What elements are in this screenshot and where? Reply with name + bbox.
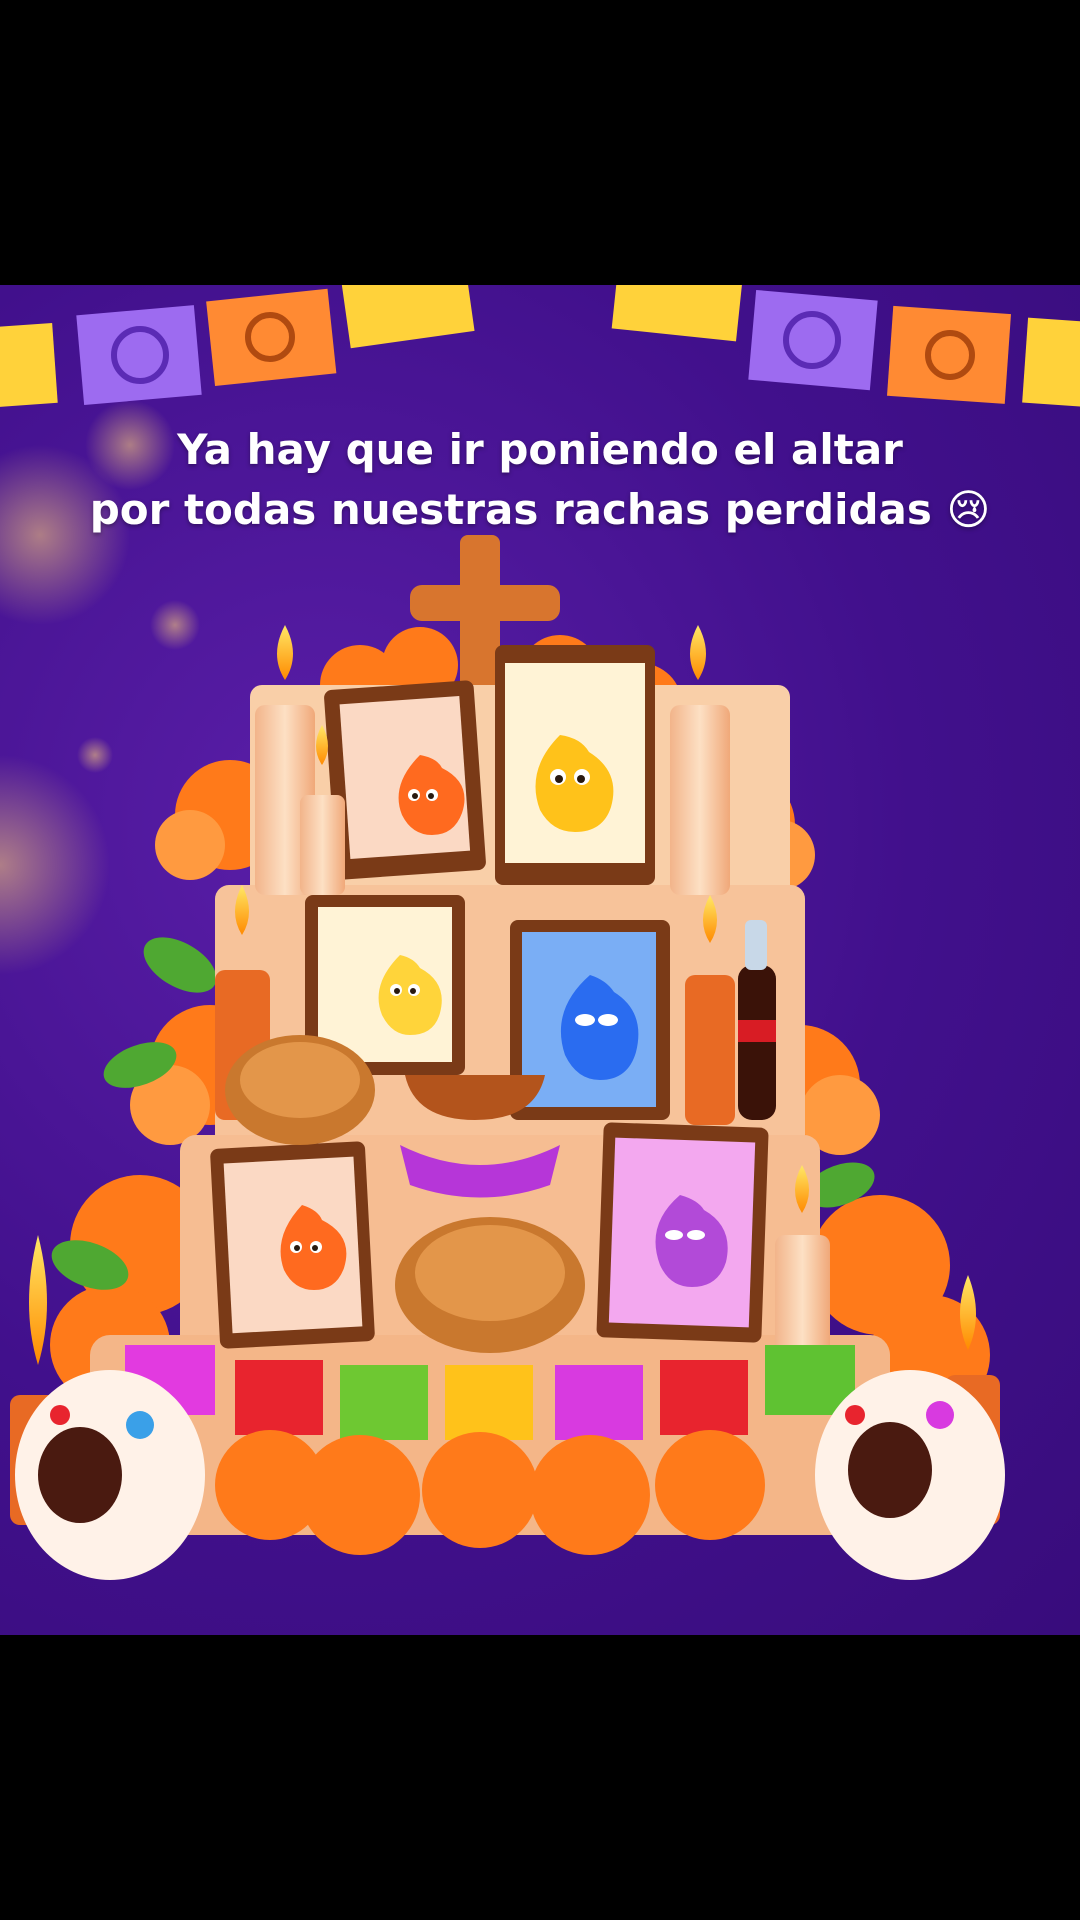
sugar-skull-right [815, 1370, 1005, 1580]
portrait-yellow-flame [495, 645, 655, 885]
portrait-orange-flame-bottom [210, 1141, 375, 1349]
caption-line-2: por todas nuestras rachas perdidas 😢 [89, 485, 991, 534]
crying-face-emoji: 😢 [946, 485, 991, 534]
caption-text: Ya hay que ir poniendo el altar por toda… [0, 420, 1080, 540]
caption-line-1: Ya hay que ir poniendo el altar [177, 425, 903, 474]
front-marigolds [215, 1430, 765, 1555]
papel-picado-banner [0, 285, 1080, 408]
post-image: Ya hay que ir poniendo el altar por toda… [0, 285, 1080, 1635]
sugar-skull-left [15, 1370, 205, 1580]
portrait-orange-flame [324, 680, 486, 880]
bokeh-light [0, 755, 110, 975]
bokeh-light [150, 600, 200, 650]
bokeh-light [77, 737, 113, 773]
portrait-purple-flame [596, 1122, 769, 1343]
